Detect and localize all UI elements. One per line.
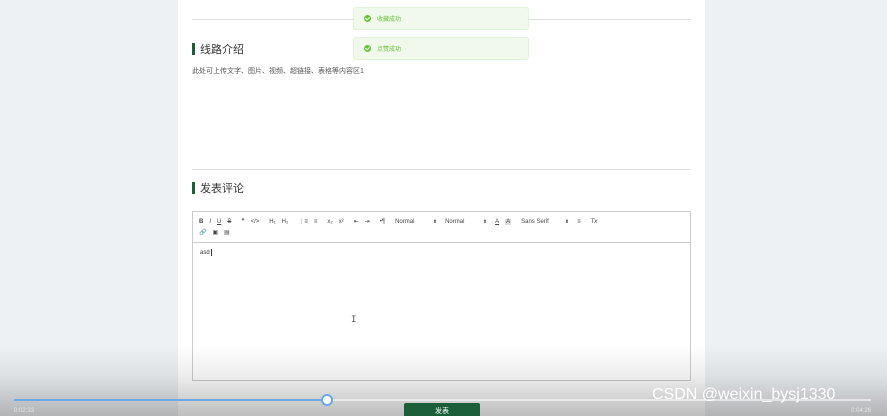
text-caret [210, 249, 212, 256]
font-select-value: Sans Serif [521, 218, 549, 225]
divider-middle [192, 169, 691, 170]
editor-content-area[interactable]: asd [193, 243, 690, 262]
link-icon[interactable]: 🔗 [199, 229, 206, 236]
updown-arrow-icon: ⬍ [432, 218, 438, 225]
check-circle-icon [364, 45, 371, 52]
heading-accent-bar [192, 43, 195, 55]
watermark-text: CSDN @weixin_bysj1330 [652, 386, 836, 403]
heading-accent-bar [192, 182, 195, 194]
updown-arrow-icon: ⬍ [564, 218, 570, 225]
text-direction-button[interactable]: •¶ [380, 219, 385, 225]
image-icon[interactable]: ▣ [212, 229, 218, 236]
header-1-button[interactable]: H₁ [269, 219, 275, 225]
toast-message: 收藏成功 [377, 17, 402, 23]
italic-button[interactable]: I [209, 219, 211, 225]
route-intro-title: 线路介绍 [200, 44, 244, 56]
toast-favorite-success: 收藏成功 [353, 7, 529, 30]
header-select-value: Normal [445, 218, 465, 225]
editor-toolbar: B I U S ❞ </> H₁ H₂ ⋮≡ ≡ x₂ x² ⇤ ⇥ •¶ No… [193, 212, 690, 243]
comment-heading: 发表评论 [192, 180, 244, 196]
underline-button[interactable]: U [217, 219, 221, 225]
font-select[interactable]: Sans Serif ⬍ [521, 219, 569, 225]
route-intro-content: 此处可上传文字、图片、视频、超链接、表格等内容区1 [192, 68, 364, 75]
background-color-button[interactable]: A [505, 218, 512, 225]
toast-like-success: 点赞成功 [353, 37, 529, 60]
size-select[interactable]: Normal ⬍ [395, 219, 437, 225]
strike-button[interactable]: S [227, 219, 231, 225]
updown-arrow-icon: ⬍ [482, 218, 488, 225]
subscript-button[interactable]: x₂ [327, 219, 332, 225]
editor-text: asd [200, 250, 210, 257]
comment-title: 发表评论 [200, 183, 244, 195]
bold-button[interactable]: B [199, 219, 203, 225]
font-color-button[interactable]: A [495, 219, 499, 225]
check-circle-icon [364, 15, 371, 22]
clear-format-button[interactable]: Tx [591, 219, 598, 225]
video-icon[interactable]: ▤ [224, 229, 230, 236]
submit-comment-button[interactable]: 发表 [404, 403, 480, 416]
video-duration: 0:04:26 [851, 408, 872, 414]
video-progress-handle[interactable] [321, 394, 333, 406]
video-progress-played [14, 399, 327, 401]
superscript-button[interactable]: x² [339, 219, 344, 225]
size-select-value: Normal [395, 218, 415, 225]
blockquote-button[interactable]: ❞ [241, 218, 244, 225]
outdent-button[interactable]: ⇤ [354, 218, 359, 225]
route-intro-heading: 线路介绍 [192, 41, 244, 57]
header-2-button[interactable]: H₂ [282, 219, 289, 225]
align-button[interactable]: ≡ [577, 219, 581, 225]
code-block-button[interactable]: </> [251, 219, 260, 225]
text-cursor-icon: I [351, 315, 357, 325]
indent-button[interactable]: ⇥ [365, 218, 370, 225]
video-current-time: 0:02:33 [14, 408, 35, 414]
ordered-list-button[interactable]: ⋮≡ [298, 218, 308, 225]
bullet-list-button[interactable]: ≡ [314, 219, 318, 225]
toast-message: 点赞成功 [377, 47, 402, 53]
header-select[interactable]: Normal ⬍ [445, 219, 487, 225]
